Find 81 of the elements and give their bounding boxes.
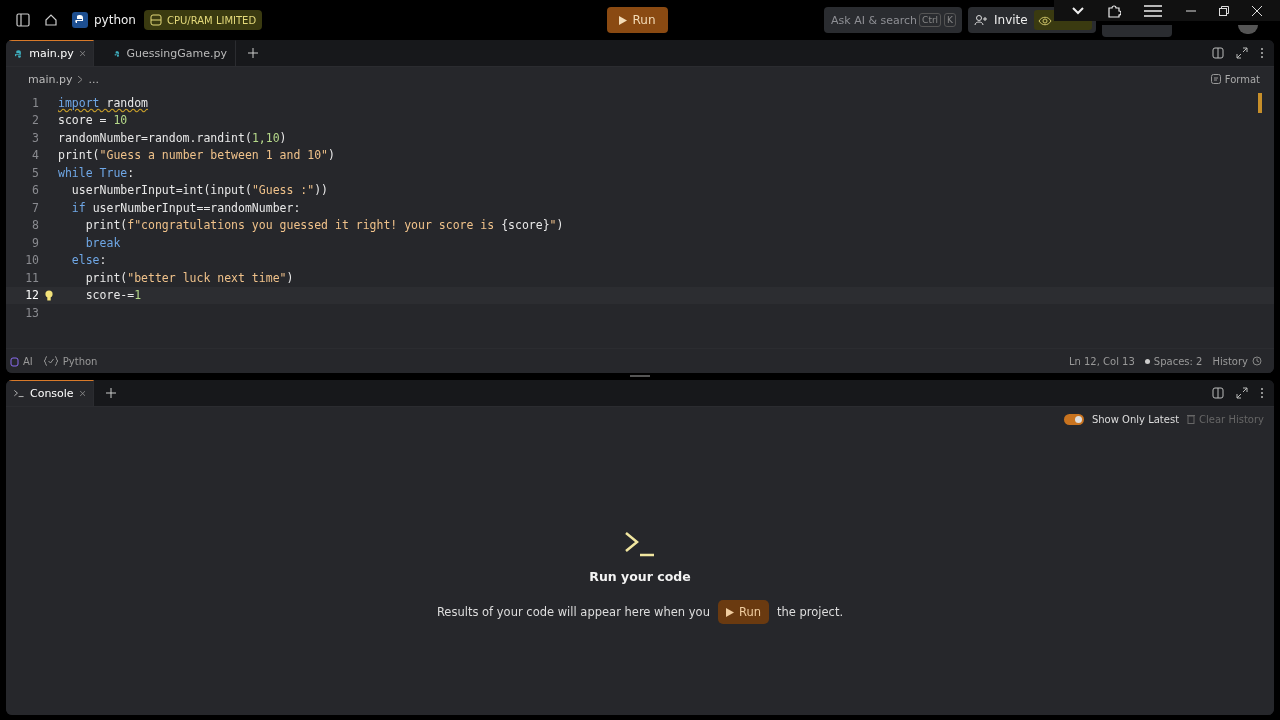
line-number: 13 [24, 305, 39, 320]
expand-icon[interactable] [1236, 387, 1248, 399]
history-button[interactable]: History [1212, 355, 1262, 367]
language-status[interactable]: Python [42, 355, 98, 367]
more-icon[interactable] [1260, 47, 1264, 59]
robot-icon [10, 355, 19, 367]
terminal-prompt-icon [624, 531, 656, 557]
file-tab[interactable]: main.py [6, 40, 94, 66]
console-tab[interactable]: Console [6, 380, 94, 406]
line-number: 6 [31, 183, 39, 198]
close-icon[interactable] [1252, 5, 1263, 16]
code-line: print("better luck next time") [84, 270, 294, 285]
line-number: 4 [31, 148, 39, 163]
code-line: while True: [58, 165, 135, 180]
format-button[interactable]: Format [1204, 72, 1266, 86]
line-number: 7 [31, 200, 39, 215]
breadcrumb-item[interactable]: ... [88, 72, 99, 86]
empty-state-text: Results of your code will appear here when you [436, 605, 710, 619]
empty-state-title: Run your code [589, 569, 691, 584]
close-tab-icon[interactable] [79, 50, 85, 57]
indent-status[interactable]: Spaces: 2 [1144, 355, 1203, 367]
more-icon[interactable] [1260, 387, 1264, 399]
eye-icon[interactable] [1037, 16, 1052, 26]
trash-icon [1187, 414, 1196, 424]
code-line: print("Guess a number between 1 and 10") [58, 148, 335, 163]
puzzle-icon[interactable] [1107, 3, 1121, 18]
resource-badge: CPU/RAM LIMITED [144, 10, 263, 30]
code-line: print(f"congratulations you guessed it right! your score is {score}") [84, 218, 564, 233]
expand-icon[interactable] [1236, 47, 1248, 59]
home-icon[interactable] [44, 13, 58, 27]
add-person-icon [974, 14, 988, 26]
code-line: score-=1 [84, 288, 142, 303]
code-line: import random [58, 95, 148, 110]
cursor-position[interactable]: Ln 12, Col 13 [1068, 355, 1135, 367]
line-number: 8 [31, 218, 39, 233]
play-icon [618, 15, 627, 25]
add-tab-icon[interactable] [248, 48, 258, 58]
python-logo-icon [72, 12, 88, 28]
line-number: 5 [31, 165, 39, 180]
line-number: 1 [31, 95, 39, 110]
shortcut-key: Ctrl [919, 13, 942, 27]
line-number: 2 [31, 113, 39, 128]
line-number: 9 [31, 235, 39, 250]
shortcut-key: K [944, 13, 956, 27]
code-line: else: [70, 253, 107, 268]
file-tab[interactable]: GuessingGame.py [106, 40, 236, 66]
server-icon [150, 14, 162, 26]
code-line: if userNumberInput==randomNumber: [70, 200, 301, 215]
toggle-label: Show Only Latest [1091, 413, 1180, 425]
menu-icon[interactable] [1144, 4, 1163, 17]
code-line: score = 10 [58, 113, 128, 128]
play-icon [725, 607, 734, 617]
lightbulb-icon[interactable] [44, 289, 53, 301]
code-line: userNumberInput=int(input("Guess :")) [70, 183, 329, 198]
braces-check-icon [42, 356, 59, 366]
chevron-right-icon [78, 75, 83, 83]
line-number: 3 [31, 130, 39, 145]
line-number: 11 [24, 270, 39, 285]
toggle-switch[interactable] [1063, 413, 1084, 425]
avatar[interactable] [1238, 24, 1258, 34]
run-button[interactable]: Run [606, 7, 668, 33]
run-button[interactable]: Run [717, 600, 769, 624]
add-tab-icon[interactable] [106, 388, 116, 398]
python-file-icon [14, 47, 24, 60]
chevron-down-icon[interactable] [1071, 6, 1084, 15]
restore-icon[interactable] [1218, 5, 1229, 16]
breadcrumb-item[interactable]: main.py [28, 72, 73, 86]
close-tab-icon[interactable] [79, 390, 85, 397]
terminal-icon [14, 389, 24, 398]
split-view-icon[interactable] [1212, 47, 1224, 59]
split-view-icon[interactable] [1212, 387, 1224, 399]
code-line: break [84, 235, 121, 250]
empty-state-text: the project. [777, 605, 844, 619]
line-number: 10 [24, 253, 39, 268]
project-name[interactable]: python [94, 13, 136, 27]
line-number: 12 [24, 288, 39, 303]
code-line: randomNumber=random.randint(1,10) [58, 130, 287, 145]
sidebar-toggle-icon[interactable] [16, 13, 30, 27]
history-icon [1252, 356, 1262, 366]
format-icon [1210, 74, 1221, 84]
ai-status[interactable]: AI [10, 355, 33, 367]
